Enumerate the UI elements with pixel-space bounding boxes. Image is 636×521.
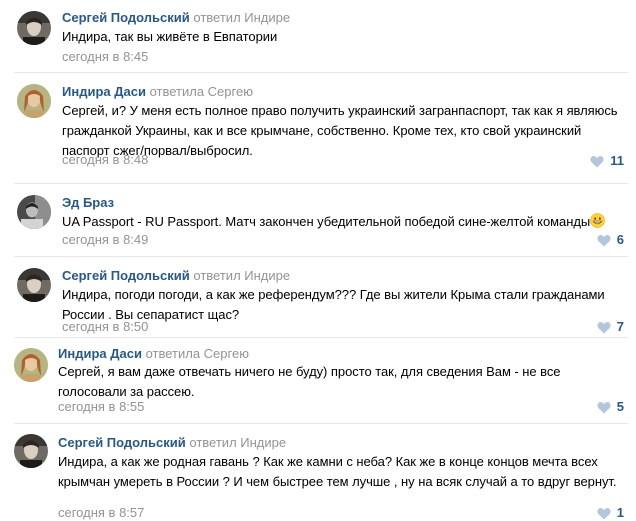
- avatar[interactable]: [14, 348, 48, 382]
- divider: [14, 72, 628, 73]
- divider: [14, 337, 628, 338]
- avatar[interactable]: [14, 434, 48, 468]
- comment-text: Сергей, я вам даже отвечать ничего не бу…: [58, 364, 561, 399]
- author-name[interactable]: Сергей Подольский: [62, 10, 190, 25]
- author-name[interactable]: Индира Даси: [58, 346, 142, 361]
- like-button[interactable]: 5: [597, 399, 624, 415]
- comment-text: UA Passport - RU Passport. Матч закончен…: [62, 212, 618, 232]
- author-name[interactable]: Эд Браз: [62, 195, 114, 210]
- avatar[interactable]: [17, 195, 51, 229]
- heart-icon: [597, 321, 611, 333]
- like-count: 5: [616, 399, 624, 414]
- avatar[interactable]: [17, 11, 51, 45]
- comment-text-body: UA Passport - RU Passport. Матч закончен…: [62, 214, 591, 229]
- heart-icon: [597, 401, 611, 413]
- reply-to[interactable]: ответил Индире: [189, 435, 286, 450]
- reply-to[interactable]: ответил Индире: [193, 268, 290, 283]
- like-button[interactable]: 6: [597, 232, 624, 248]
- comment-date[interactable]: сегодня в 8:57: [58, 505, 144, 521]
- comment-text: Индира, так вы живёте в Евпатории: [62, 29, 278, 44]
- like-button[interactable]: 7: [597, 319, 624, 335]
- like-count: 6: [616, 232, 624, 247]
- avatar[interactable]: [17, 84, 51, 118]
- comment-date[interactable]: сегодня в 8:55: [58, 399, 144, 415]
- reply-to[interactable]: ответила Сергею: [150, 84, 253, 99]
- reply-to[interactable]: ответил Индире: [193, 10, 290, 25]
- comment-date[interactable]: сегодня в 8:45: [62, 49, 148, 65]
- heart-icon: [590, 155, 604, 167]
- like-count: 11: [610, 153, 624, 168]
- comments-feed: Сергей Подольский ответил Индире Индира,…: [0, 0, 636, 521]
- comment-text: Индира, а как же родная гавань ? Как же …: [58, 454, 617, 489]
- divider: [14, 183, 628, 184]
- like-count: 1: [616, 505, 624, 520]
- heart-icon: [597, 507, 611, 519]
- author-name[interactable]: Сергей Подольский: [62, 268, 190, 283]
- reply-to[interactable]: ответила Сергею: [146, 346, 249, 361]
- divider: [14, 423, 628, 424]
- avatar[interactable]: [17, 268, 51, 302]
- grinning-emoji-icon: [590, 213, 605, 228]
- author-name[interactable]: Индира Даси: [62, 84, 146, 99]
- like-button[interactable]: 1: [597, 505, 624, 521]
- author-name[interactable]: Сергей Подольский: [58, 435, 186, 450]
- comment-date[interactable]: сегодня в 8:50: [62, 319, 148, 335]
- like-count: 7: [616, 319, 624, 334]
- comment-date[interactable]: сегодня в 8:49: [62, 232, 148, 248]
- like-button[interactable]: 11: [590, 153, 624, 169]
- comment-date[interactable]: сегодня в 8:48: [62, 152, 148, 168]
- heart-icon: [597, 234, 611, 246]
- divider: [14, 256, 628, 257]
